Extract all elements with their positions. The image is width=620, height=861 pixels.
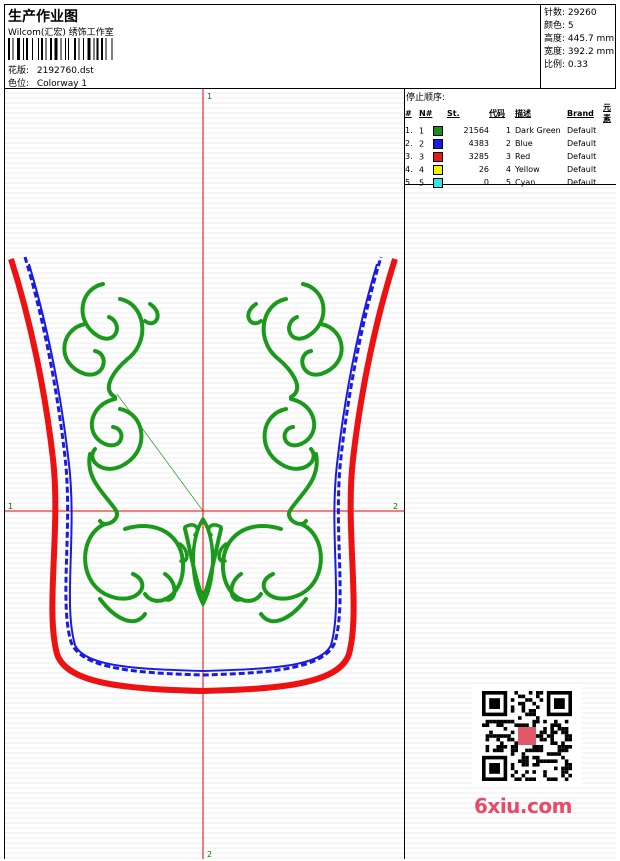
axis-label-left: 1: [8, 502, 13, 511]
embroidery-design: 1 2 1 2: [5, 89, 405, 859]
qr-code: [472, 686, 582, 786]
color-swatch: [432, 164, 443, 175]
stop-sequence-title: 停止顺序:: [406, 93, 446, 103]
stat-scale: 比例: 0.33: [544, 60, 588, 70]
design-file: 花版: 2192760.dst: [8, 66, 94, 76]
axis-label-bottom: 2: [207, 850, 212, 859]
worksheet-frame: 生产作业图 Wilcom(汇宏) 绣饰工作室 花版: 2192760.dst 色…: [4, 4, 616, 859]
color-swatch: [432, 177, 443, 188]
colorway: 色位: Colorway 1: [8, 79, 88, 89]
axis-label-top: 1: [207, 92, 212, 101]
stat-width: 宽度: 392.2 mm: [544, 47, 615, 57]
stat-colors: 颜色: 5: [544, 21, 574, 31]
barcode: [8, 38, 113, 60]
left-scroll-motif: [62, 282, 205, 624]
table-row: 5. 5 0 5 Cyan Default: [405, 177, 597, 188]
stop-sequence-table: # N# St. 代码 描述 Brand 元素 1. 1 21564 1 Dark G…: [405, 102, 616, 189]
color-swatch: [432, 151, 443, 162]
stop-sequence: 停止顺序: # N# St. 代码 描述 Brand 元素 1. 1 21564 1…: [405, 89, 616, 188]
studio-name: Wilcom(汇宏) 绣饰工作室: [8, 28, 114, 38]
table-header-row: # N# St. 代码 描述 Brand 元素: [405, 103, 611, 123]
stat-stitches: 针数: 29260: [544, 8, 597, 18]
header-info: 生产作业图 Wilcom(汇宏) 绣饰工作室 花版: 2192760.dst 色…: [5, 5, 541, 89]
right-scroll-motif: [201, 282, 344, 624]
table-row: 4. 4 26 4 Yellow Default: [405, 164, 597, 175]
color-swatch: [432, 125, 443, 136]
colorway-value: Colorway 1: [36, 79, 88, 89]
page-title: 生产作业图: [8, 9, 78, 25]
table-row: 3. 3 3285 3 Red Default: [405, 151, 597, 162]
color-swatch: [432, 138, 443, 149]
watermark-logo: 6xiu.com: [474, 794, 572, 818]
table-row: 2. 2 4383 2 Blue Default: [405, 138, 597, 149]
table-row: 1. 1 21564 1 Dark Green Default: [405, 125, 597, 136]
stats-panel: 针数: 29260 颜色: 5 高度: 445.7 mm 宽度: 392.2 m…: [541, 5, 616, 89]
design-canvas: 1 2 1 2: [5, 89, 405, 859]
design-file-value: 2192760.dst: [36, 66, 94, 76]
stat-height: 高度: 445.7 mm: [544, 34, 615, 44]
side-panel: 停止顺序: # N# St. 代码 描述 Brand 元素 1. 1 21564 1…: [405, 89, 616, 859]
axis-label-right: 2: [393, 502, 398, 511]
